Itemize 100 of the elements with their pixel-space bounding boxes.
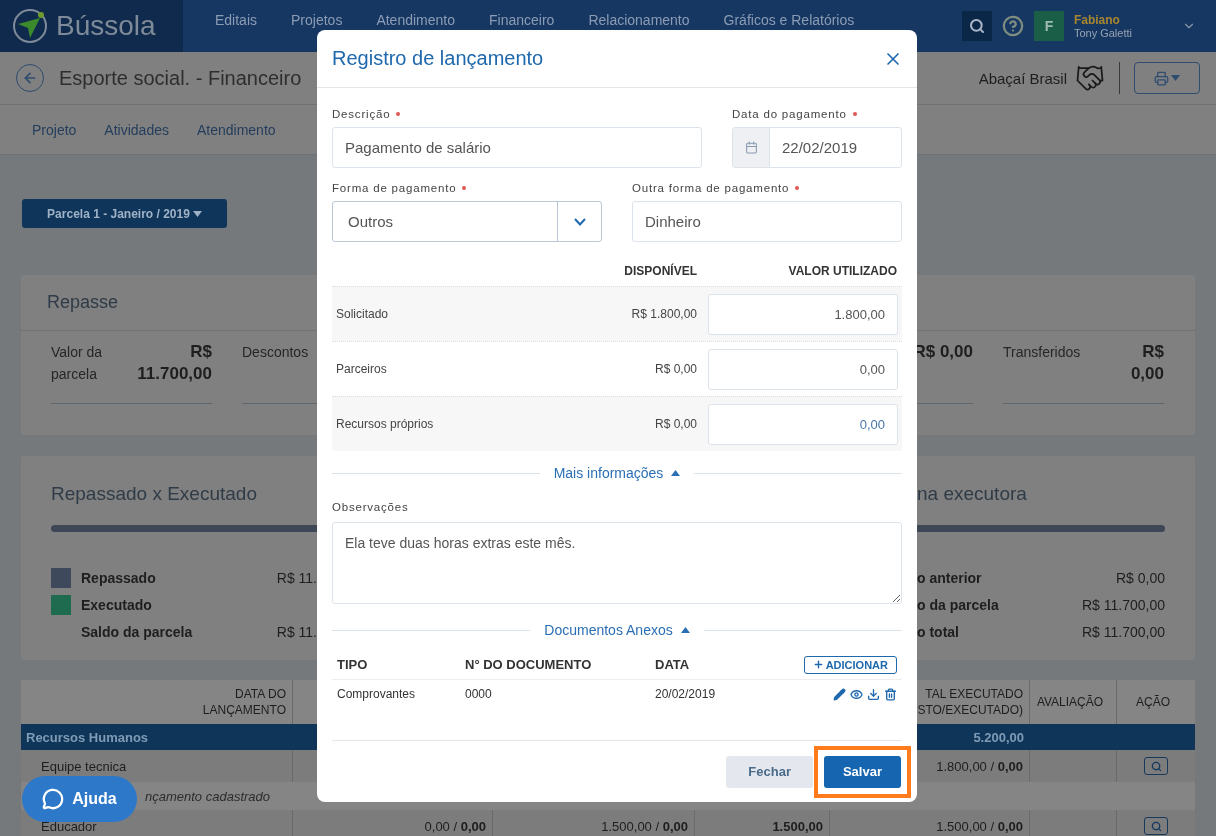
nav-link[interactable]: Financeiro	[477, 12, 567, 28]
nav-link[interactable]: Projetos	[279, 12, 355, 28]
stat-value: R$ 0,00	[1129, 341, 1164, 385]
close-button[interactable]: Fechar	[726, 755, 813, 788]
amount-field[interactable]: 0,00	[708, 403, 898, 445]
download-icon	[867, 687, 880, 701]
available-amount: R$ 0,00	[654, 417, 697, 431]
amount-field[interactable]: 1.800,00	[708, 293, 898, 335]
section-toggle[interactable]: Mais informações	[549, 465, 685, 481]
amount-label: Recursos próprios	[336, 417, 435, 431]
edit-button[interactable]	[833, 687, 846, 701]
legend-value: R$ 11.700,00	[1081, 596, 1165, 613]
column-header: AÇÃO	[1136, 694, 1170, 710]
empty-message: nçamento cadastrado	[145, 788, 271, 804]
field-label: Descrição	[332, 108, 391, 120]
legend-label: Executado	[81, 596, 153, 613]
help-button[interactable]: Ajuda	[22, 776, 137, 822]
compass-logo-icon	[12, 8, 48, 44]
legend-label: Repassado	[81, 569, 157, 586]
text-field[interactable]: Dinheiro	[632, 201, 902, 242]
user-subtitle: Tony Galetti	[1073, 27, 1132, 39]
nav-link[interactable]: Atendimento	[364, 12, 467, 28]
column-header: DATA DO LANÇAMENTO	[201, 686, 286, 718]
select-field[interactable]: Outros	[332, 201, 602, 242]
search-icon	[1150, 820, 1162, 832]
amount-field[interactable]: 0,00	[708, 348, 898, 390]
parcela-dropdown[interactable]: Parcela 1 - Janeiro / 2019	[22, 199, 227, 228]
date-field[interactable]: 22/02/2019	[732, 127, 902, 168]
legend-label: o da parcela	[917, 596, 1000, 613]
stat-label: Transferidos	[1003, 343, 1081, 362]
help-icon[interactable]	[1001, 15, 1024, 37]
amount-label: Solicitado	[336, 307, 390, 321]
row-name: Equipe tecnica	[41, 758, 127, 774]
delete-button[interactable]	[884, 687, 897, 701]
organization-name: Abaçaí Brasil	[978, 69, 1067, 87]
field-label: Observações	[332, 501, 409, 513]
plus-icon	[812, 659, 824, 670]
available-amount: R$ 1.800,00	[631, 307, 697, 321]
user-avatar[interactable]: F	[1033, 11, 1064, 41]
notes-field[interactable]: Ela teve duas horas extras este mês.	[332, 522, 902, 604]
text-field[interactable]: Pagamento de salário	[332, 127, 702, 168]
search-icon	[968, 18, 985, 34]
brand-name: Bússola	[56, 10, 156, 42]
add-button[interactable]: ADICIONAR	[803, 655, 897, 674]
table-cell: 1.800,00 / 0,00	[936, 758, 1023, 774]
legend-value: R$ 11.700,00	[1081, 623, 1165, 640]
field-label: Data do pagamento	[732, 108, 847, 120]
dialog-title: Registro de lançamento	[332, 47, 544, 70]
legend-label: o anterior	[917, 569, 983, 586]
legend-value: R$ 11.	[276, 623, 317, 640]
field-label: Forma de pagamento	[332, 182, 457, 194]
stat-value: R$ 11.700,00	[136, 341, 212, 385]
tab[interactable]: Atendimento	[184, 121, 288, 138]
calendar-icon	[744, 141, 758, 154]
tab[interactable]: Projeto	[20, 121, 89, 138]
legend-value: R$ 11.	[276, 569, 317, 586]
chevron-down-icon	[573, 217, 586, 226]
stat-label: Descontos	[242, 343, 309, 362]
nav-link[interactable]: Relacionamento	[576, 12, 702, 28]
available-amount: R$ 0,00	[654, 362, 697, 376]
table-cell: 5.200,00	[973, 729, 1024, 745]
section-toggle[interactable]: Documentos Anexos	[540, 622, 694, 638]
column-header: N° DO DOCUMENTO	[465, 657, 593, 672]
save-button[interactable]: Salvar	[823, 755, 901, 788]
column-header: VALOR UTILIZADO	[787, 264, 897, 278]
legend-label: Saldo da parcela	[81, 623, 194, 640]
chat-icon	[42, 788, 65, 810]
table-cell: 0,00 / 0,00	[424, 818, 486, 834]
user-name: Fabiano	[1073, 13, 1121, 27]
table-cell-text: 0000	[465, 687, 493, 701]
card-title: na executora	[917, 483, 1027, 504]
card-title: Repasse	[47, 292, 119, 313]
trash-icon	[884, 687, 897, 701]
download-button[interactable]	[867, 687, 880, 701]
tab[interactable]: Atividades	[92, 121, 181, 138]
nav-link[interactable]: Editais	[203, 12, 270, 28]
column-header: TAL EXECUTADO STO/EXECUTADO)	[916, 686, 1023, 718]
search-button[interactable]	[961, 11, 992, 41]
nav-link[interactable]: Gráficos e Relatórios	[711, 12, 867, 28]
column-header: TIPO	[337, 657, 369, 672]
table-cell: 1.500,00 / 0,00	[601, 818, 688, 834]
table-cell-text: Comprovantes	[337, 687, 417, 701]
table-cell: 1.500,00 / 0,00	[936, 818, 1023, 834]
card-title: Repassado x Executado	[51, 483, 257, 504]
column-header: DISPONÍVEL	[623, 264, 697, 278]
amount-label: Parceiros	[336, 362, 388, 376]
printer-icon	[1154, 70, 1169, 86]
table-cell-text: 20/02/2019	[655, 687, 717, 701]
page-title: Esporte social. - Financeiro	[59, 66, 303, 90]
legend-value: R$ 0,00	[1115, 569, 1165, 586]
legend-label: o total	[917, 623, 960, 640]
table-cell: 1.500,00	[772, 818, 823, 834]
caret-icon	[192, 210, 202, 217]
stat-label: Valor da parcela	[51, 343, 104, 384]
handshake-icon	[1075, 63, 1105, 93]
field-label: Outra forma de pagamento	[632, 182, 790, 194]
search-icon	[1150, 760, 1162, 772]
eye-icon	[850, 687, 863, 701]
column-header: DATA	[655, 657, 691, 672]
view-button[interactable]	[850, 687, 863, 701]
